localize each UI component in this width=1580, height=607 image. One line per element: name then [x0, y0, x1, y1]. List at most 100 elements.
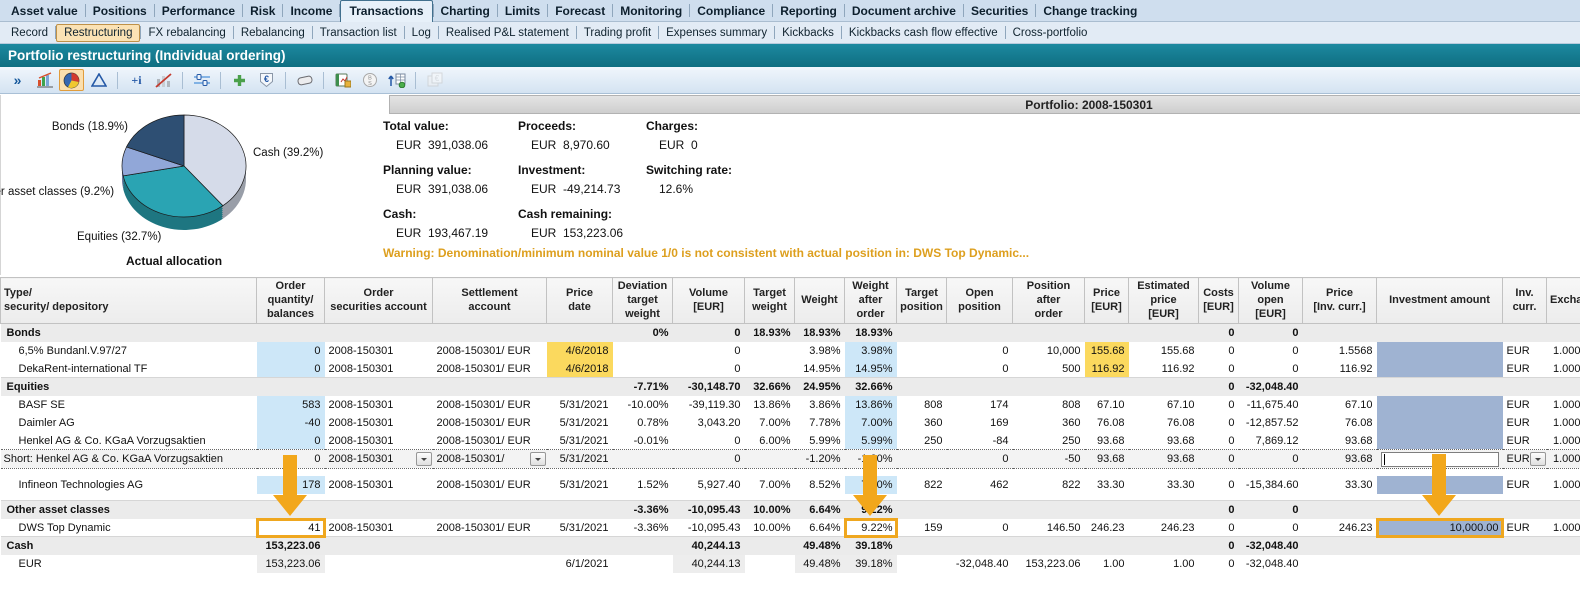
- settings-sliders-icon[interactable]: [189, 69, 214, 91]
- cell-name[interactable]: Daimler AG: [1, 414, 257, 432]
- cell-wao[interactable]: 9.22%: [845, 519, 897, 537]
- cell-invcurr[interactable]: EUR: [1503, 450, 1547, 469]
- column-header-sec[interactable]: Order securities account: [325, 278, 433, 324]
- cell-name[interactable]: Cash: [1, 537, 257, 555]
- pie-label-other-asset-classes: Other asset classes (9.2%): [0, 186, 114, 198]
- cell-wao[interactable]: 3.98%: [845, 342, 897, 360]
- column-header-wao[interactable]: Weight after order: [845, 278, 897, 324]
- menu-tab-performance[interactable]: Performance: [155, 2, 242, 20]
- subtab-expenses-summary[interactable]: Expenses summary: [659, 25, 774, 41]
- cell-qty[interactable]: -40: [257, 414, 325, 432]
- hide-chart-icon[interactable]: [151, 69, 176, 91]
- cell-price: 93.68: [1085, 432, 1129, 450]
- column-header-priceinv[interactable]: Price [Inv. curr.]: [1303, 278, 1377, 324]
- euro-shield-icon[interactable]: €: [254, 69, 279, 91]
- subtab-record[interactable]: Record: [4, 25, 55, 41]
- column-header-settle[interactable]: Settlement account: [433, 278, 547, 324]
- cell-name[interactable]: Infineon Technologies AG: [1, 476, 257, 494]
- dropdown-button[interactable]: [416, 452, 432, 466]
- spacer: [1, 469, 1580, 476]
- column-header-date[interactable]: Price date: [547, 278, 613, 324]
- column-header-vol[interactable]: Volume [EUR]: [673, 278, 745, 324]
- column-header-name[interactable]: Type/ security/ depository: [1, 278, 257, 324]
- cell-name[interactable]: Short: Henkel AG & Co. KGaA Vorzugsaktie…: [1, 450, 257, 469]
- column-header-price[interactable]: Price [EUR]: [1085, 278, 1129, 324]
- cell-wao[interactable]: 7.00%: [845, 414, 897, 432]
- subtab-trading-profit[interactable]: Trading profit: [577, 25, 658, 41]
- summary-label: Planning value:: [383, 163, 518, 177]
- cell-sec[interactable]: 2008-150301: [325, 450, 433, 469]
- menu-tab-income[interactable]: Income: [283, 2, 339, 20]
- subtab-restructuring[interactable]: Restructuring: [56, 24, 140, 42]
- menu-tab-forecast[interactable]: Forecast: [548, 2, 612, 20]
- cell-name[interactable]: Other asset classes: [1, 501, 257, 519]
- cell-invamt[interactable]: 10,000.00: [1377, 519, 1503, 537]
- cell-name[interactable]: BASF SE: [1, 396, 257, 414]
- cell-qty[interactable]: 0: [257, 432, 325, 450]
- menu-tab-positions[interactable]: Positions: [86, 2, 154, 20]
- column-header-volopen[interactable]: Volume open [EUR]: [1239, 278, 1303, 324]
- menu-tab-risk[interactable]: Risk: [243, 2, 282, 20]
- column-header-twgt[interactable]: Target weight: [745, 278, 795, 324]
- cell-wao[interactable]: 14.95%: [845, 360, 897, 378]
- column-header-opos[interactable]: Open position: [947, 278, 1013, 324]
- delta-icon[interactable]: [86, 69, 111, 91]
- cell-name[interactable]: 6,5% Bundanl.V.97/27: [1, 342, 257, 360]
- menu-tab-charting[interactable]: Charting: [434, 2, 497, 20]
- expand-toolbar-icon[interactable]: »: [5, 69, 30, 91]
- subtab-transaction-list[interactable]: Transaction list: [313, 25, 404, 41]
- cell-qty[interactable]: 0: [257, 342, 325, 360]
- import-positions-icon[interactable]: [384, 69, 409, 91]
- dropdown-button[interactable]: [530, 452, 546, 466]
- menu-tab-compliance[interactable]: Compliance: [690, 2, 772, 20]
- column-header-exch[interactable]: Exchange: [1547, 278, 1580, 324]
- cell-name[interactable]: Henkel AG & Co. KGaA Vorzugsaktien: [1, 432, 257, 450]
- column-header-invamt[interactable]: Investment amount: [1377, 278, 1503, 324]
- cell-name[interactable]: Equities: [1, 378, 257, 396]
- subtab-realised-p-l-statement[interactable]: Realised P&L statement: [439, 25, 576, 41]
- summary-item-planning-value: Planning value:EUR 391,038.06: [383, 163, 518, 196]
- subtab-rebalancing[interactable]: Rebalancing: [234, 25, 312, 41]
- subtab-log[interactable]: Log: [405, 25, 438, 41]
- performance-chart-icon[interactable]: [32, 69, 57, 91]
- menu-tab-change-tracking[interactable]: Change tracking: [1036, 2, 1144, 20]
- cell-wao[interactable]: 5.99%: [845, 432, 897, 450]
- menu-tab-limits[interactable]: Limits: [498, 2, 547, 20]
- menu-tab-reporting[interactable]: Reporting: [773, 2, 844, 20]
- cell-name[interactable]: Bonds: [1, 324, 257, 342]
- order-book-icon[interactable]: [330, 69, 355, 91]
- cell-name[interactable]: EUR: [1, 555, 257, 573]
- subtab-kickbacks-cash-flow-effective[interactable]: Kickbacks cash flow effective: [842, 25, 1005, 41]
- dropdown-button[interactable]: [1530, 452, 1546, 466]
- cell-qty[interactable]: 41: [257, 519, 325, 537]
- cell-wao[interactable]: 13.86%: [845, 396, 897, 414]
- menu-tab-monitoring[interactable]: Monitoring: [613, 2, 689, 20]
- add-info-icon[interactable]: +i: [124, 69, 149, 91]
- cell-qty[interactable]: 583: [257, 396, 325, 414]
- cell-settle[interactable]: 2008-150301/: [433, 450, 547, 469]
- subtab-cross-portfolio[interactable]: Cross-portfolio: [1006, 25, 1095, 41]
- cell-name[interactable]: DWS Top Dynamic: [1, 519, 257, 537]
- column-header-pao[interactable]: Position after order: [1013, 278, 1085, 324]
- column-header-tpos[interactable]: Target position: [897, 278, 947, 324]
- add-icon[interactable]: [227, 69, 252, 91]
- menu-tab-transactions[interactable]: Transactions: [340, 0, 432, 22]
- column-header-dev[interactable]: Deviation target weight: [613, 278, 673, 324]
- subtab-kickbacks[interactable]: Kickbacks: [775, 25, 841, 41]
- menu-tab-asset-value[interactable]: Asset value: [4, 2, 85, 20]
- column-header-costs[interactable]: Costs [EUR]: [1199, 278, 1239, 324]
- cell-name[interactable]: DekaRent-international TF: [1, 360, 257, 378]
- column-header-wgt[interactable]: Weight: [795, 278, 845, 324]
- subtab-fx-rebalancing[interactable]: FX rebalancing: [141, 25, 232, 41]
- eraser-icon[interactable]: [292, 69, 317, 91]
- menu-tab-document-archive[interactable]: Document archive: [845, 2, 963, 20]
- column-header-invcurr[interactable]: Inv. curr.: [1503, 278, 1547, 324]
- cell-qty[interactable]: 0: [257, 360, 325, 378]
- column-header-est[interactable]: Estimated price [EUR]: [1129, 278, 1199, 324]
- cell-costs: 0: [1199, 378, 1239, 396]
- menu-tab-securities[interactable]: Securities: [964, 2, 1035, 20]
- buy-sell-icon[interactable]: BS: [357, 69, 382, 91]
- column-header-qty[interactable]: Order quantity/ balances: [257, 278, 325, 324]
- cell-opos: 169: [947, 414, 1013, 432]
- pie-chart-icon[interactable]: [59, 69, 84, 91]
